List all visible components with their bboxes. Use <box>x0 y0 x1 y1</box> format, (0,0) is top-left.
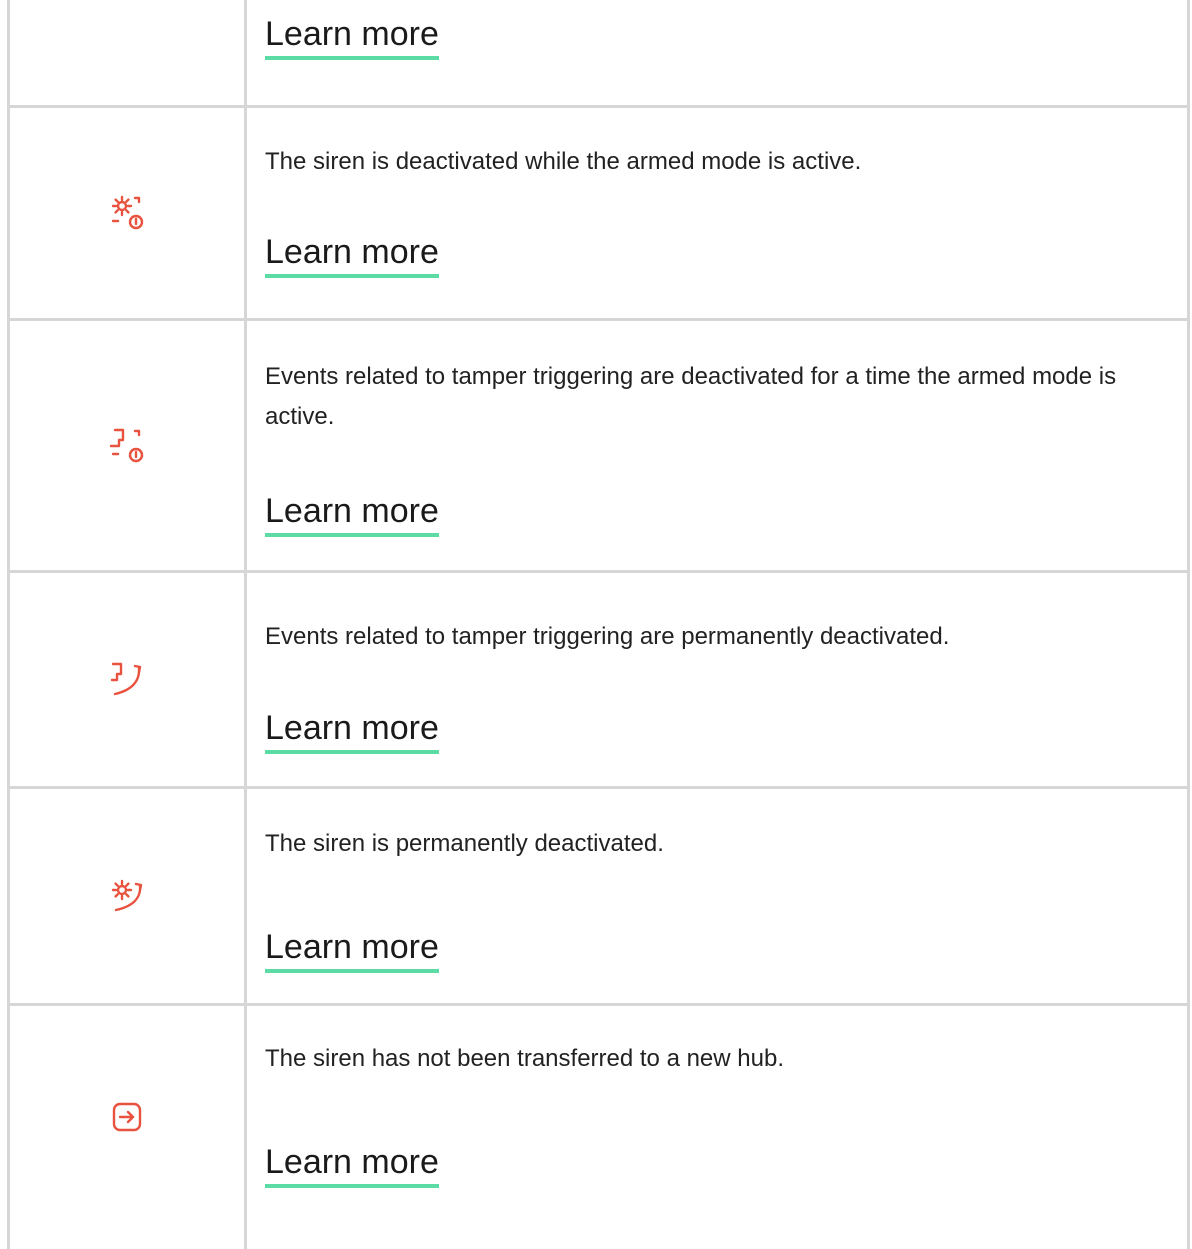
row-description: The siren is deactivated while the armed… <box>265 148 862 175</box>
status-icons-table: Learn more The siren is deactivated whil… <box>0 0 1192 1249</box>
row-description: The siren is permanently deactivated. <box>265 830 664 857</box>
row-description: The siren has not been transferred to a … <box>265 1045 784 1072</box>
tamper-deactivated-permanent-icon <box>107 660 147 700</box>
learn-more-link[interactable]: Learn more <box>265 927 439 973</box>
siren-deactivated-permanent-icon <box>107 876 147 916</box>
table-row: Events related to tamper triggering are … <box>0 321 1192 570</box>
table-row: The siren is deactivated while the armed… <box>0 108 1192 318</box>
learn-more-link[interactable]: Learn more <box>265 491 439 537</box>
learn-more-link[interactable]: Learn more <box>265 232 439 278</box>
table-row: Events related to tamper triggering are … <box>0 573 1192 786</box>
row-description: Events related to tamper triggering are … <box>265 363 1117 430</box>
tamper-deactivated-armed-icon <box>107 426 147 466</box>
icon-cell <box>10 1006 244 1228</box>
learn-more-link[interactable]: Learn more <box>265 14 439 60</box>
learn-more-link[interactable]: Learn more <box>265 708 439 754</box>
siren-deactivated-armed-icon <box>107 193 147 233</box>
icon-cell <box>10 108 244 318</box>
table-row: The siren is permanently deactivated. Le… <box>0 789 1192 1003</box>
icon-cell <box>10 789 244 1003</box>
icon-cell <box>10 321 244 570</box>
table-row: The siren has not been transferred to a … <box>0 1006 1192 1249</box>
transfer-icon <box>109 1099 145 1135</box>
row-description: Events related to tamper triggering are … <box>265 623 950 650</box>
table-row: Learn more <box>0 0 1192 105</box>
icon-cell <box>10 573 244 786</box>
learn-more-link[interactable]: Learn more <box>265 1142 439 1188</box>
